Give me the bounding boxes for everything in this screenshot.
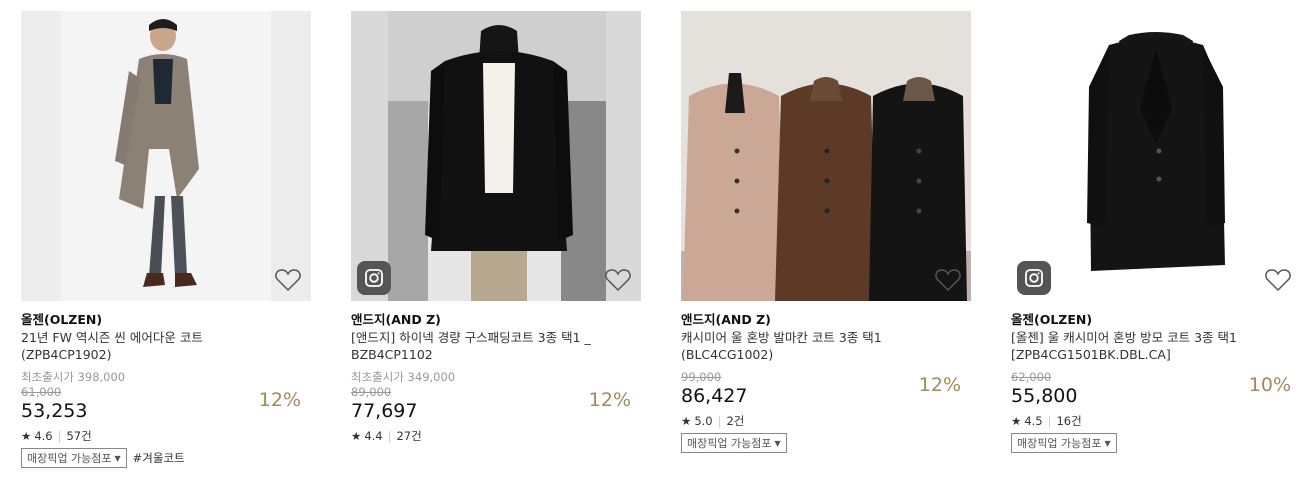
store-pickup-button[interactable]: 매장픽업 가능점포 ▼ (1011, 433, 1117, 453)
store-pickup-label: 매장픽업 가능점포 (1017, 437, 1102, 450)
release-price: 최초출시가 398,000 (21, 370, 126, 384)
instagram-icon[interactable] (357, 261, 391, 295)
caret-down-icon: ▼ (1104, 438, 1111, 448)
product-name-line1[interactable]: 21년 FW 역시즌 씬 에어다운 코트 (21, 329, 311, 346)
product-name-line1[interactable]: [앤드지] 하이넥 경량 구스패딩코트 3종 택1 _ (351, 329, 641, 346)
review-count: 16건 (1056, 414, 1082, 428)
divider: | (717, 414, 722, 428)
product-name-line2[interactable]: [ZPB4CG1501BK.DBL.CA] (1011, 346, 1301, 363)
review-count: 57건 (66, 429, 92, 443)
star-icon: ★ (1011, 414, 1022, 428)
store-pickup-label: 매장픽업 가능점포 (687, 437, 772, 450)
brand-name[interactable]: 올젠(OLZEN) (21, 312, 311, 328)
star-icon: ★ (681, 414, 692, 428)
brand-name[interactable]: 앤드지(AND Z) (681, 312, 971, 328)
store-pickup-button[interactable]: 매장픽업 가능점포 ▼ (681, 433, 787, 453)
product-card[interactable]: 올젠(OLZEN) [올젠] 울 캐시미어 혼방 방모 코트 3종 택1 [ZP… (1011, 11, 1301, 453)
rating-value: 4.5 (1024, 414, 1043, 428)
rating-row: ★ 4.5 | 16건 (1011, 413, 1301, 429)
product-image[interactable] (351, 11, 641, 301)
heart-outline-icon[interactable] (1265, 268, 1291, 292)
rating-value: 5.0 (694, 414, 713, 428)
discount-rate: 12% (588, 389, 631, 411)
release-price: 최초출시가 349,000 (351, 370, 456, 384)
store-pickup-label: 매장픽업 가능점포 (27, 452, 112, 465)
heart-outline-icon[interactable] (275, 268, 301, 292)
product-grid: 올젠(OLZEN) 21년 FW 역시즌 씬 에어다운 코트 (ZPB4CP19… (0, 0, 1308, 485)
product-image[interactable] (681, 11, 971, 301)
star-icon: ★ (351, 429, 362, 443)
rating-value: 4.6 (34, 429, 53, 443)
product-name[interactable]: 21년 FW 역시즌 씬 에어다운 코트 (ZPB4CP1902) (21, 329, 311, 363)
product-name[interactable]: [올젠] 울 캐시미어 혼방 방모 코트 3종 택1 [ZPB4CG1501BK… (1011, 329, 1301, 363)
product-photo-balmacaan-coats (681, 11, 971, 301)
hashtag-link[interactable]: #겨울코트 (133, 450, 185, 466)
product-name-line2[interactable]: BZB4CP1102 (351, 346, 641, 363)
pickup-row: 매장픽업 가능점포 ▼ #겨울코트 (21, 448, 311, 468)
divider: | (387, 429, 392, 443)
rating-row: ★ 4.6 | 57건 (21, 428, 311, 444)
product-photo-down-coat (21, 11, 311, 301)
review-count: 27건 (396, 429, 422, 443)
discount-rate: 12% (918, 374, 961, 396)
product-image[interactable] (1011, 11, 1301, 301)
divider: | (1047, 414, 1052, 428)
price-row: 53,253 12% (21, 389, 311, 425)
product-card[interactable]: 앤드지(AND Z) 캐시미어 울 혼방 발마칸 코트 3종 택1 (BLC4C… (681, 11, 971, 453)
product-name-line1[interactable]: 캐시미어 울 혼방 발마칸 코트 3종 택1 (681, 329, 971, 346)
product-name-line2[interactable]: (ZPB4CP1902) (21, 346, 311, 363)
divider: | (57, 429, 62, 443)
rating-row: ★ 5.0 | 2건 (681, 413, 971, 429)
product-name-line1[interactable]: [올젠] 울 캐시미어 혼방 방모 코트 3종 택1 (1011, 329, 1301, 346)
price-row: 55,800 10% (1011, 374, 1301, 410)
product-name[interactable]: [앤드지] 하이넥 경량 구스패딩코트 3종 택1 _ BZB4CP1102 (351, 329, 641, 363)
star-icon: ★ (21, 429, 32, 443)
brand-name[interactable]: 올젠(OLZEN) (1011, 312, 1301, 328)
product-image[interactable] (21, 11, 311, 301)
rating-row: ★ 4.4 | 27건 (351, 428, 641, 444)
price-row: 86,427 12% (681, 374, 971, 410)
product-name-line2[interactable]: (BLC4CG1002) (681, 346, 971, 363)
pickup-row: 매장픽업 가능점포 ▼ (1011, 433, 1301, 453)
discount-rate: 10% (1248, 374, 1291, 396)
price-row: 77,697 12% (351, 389, 641, 425)
product-photo-padded-coat (351, 11, 641, 301)
caret-down-icon: ▼ (774, 438, 781, 448)
product-photo-wool-coat (1011, 11, 1301, 301)
discount-rate: 12% (258, 389, 301, 411)
review-count: 2건 (726, 414, 745, 428)
heart-outline-icon[interactable] (935, 268, 961, 292)
caret-down-icon: ▼ (114, 453, 121, 463)
instagram-icon[interactable] (1017, 261, 1051, 295)
product-name[interactable]: 캐시미어 울 혼방 발마칸 코트 3종 택1 (BLC4CG1002) (681, 329, 971, 363)
product-card[interactable]: 앤드지(AND Z) [앤드지] 하이넥 경량 구스패딩코트 3종 택1 _ B… (351, 11, 641, 444)
heart-outline-icon[interactable] (605, 268, 631, 292)
pickup-row: 매장픽업 가능점포 ▼ (681, 433, 971, 453)
product-card[interactable]: 올젠(OLZEN) 21년 FW 역시즌 씬 에어다운 코트 (ZPB4CP19… (21, 11, 311, 468)
rating-value: 4.4 (364, 429, 383, 443)
store-pickup-button[interactable]: 매장픽업 가능점포 ▼ (21, 448, 127, 468)
brand-name[interactable]: 앤드지(AND Z) (351, 312, 641, 328)
